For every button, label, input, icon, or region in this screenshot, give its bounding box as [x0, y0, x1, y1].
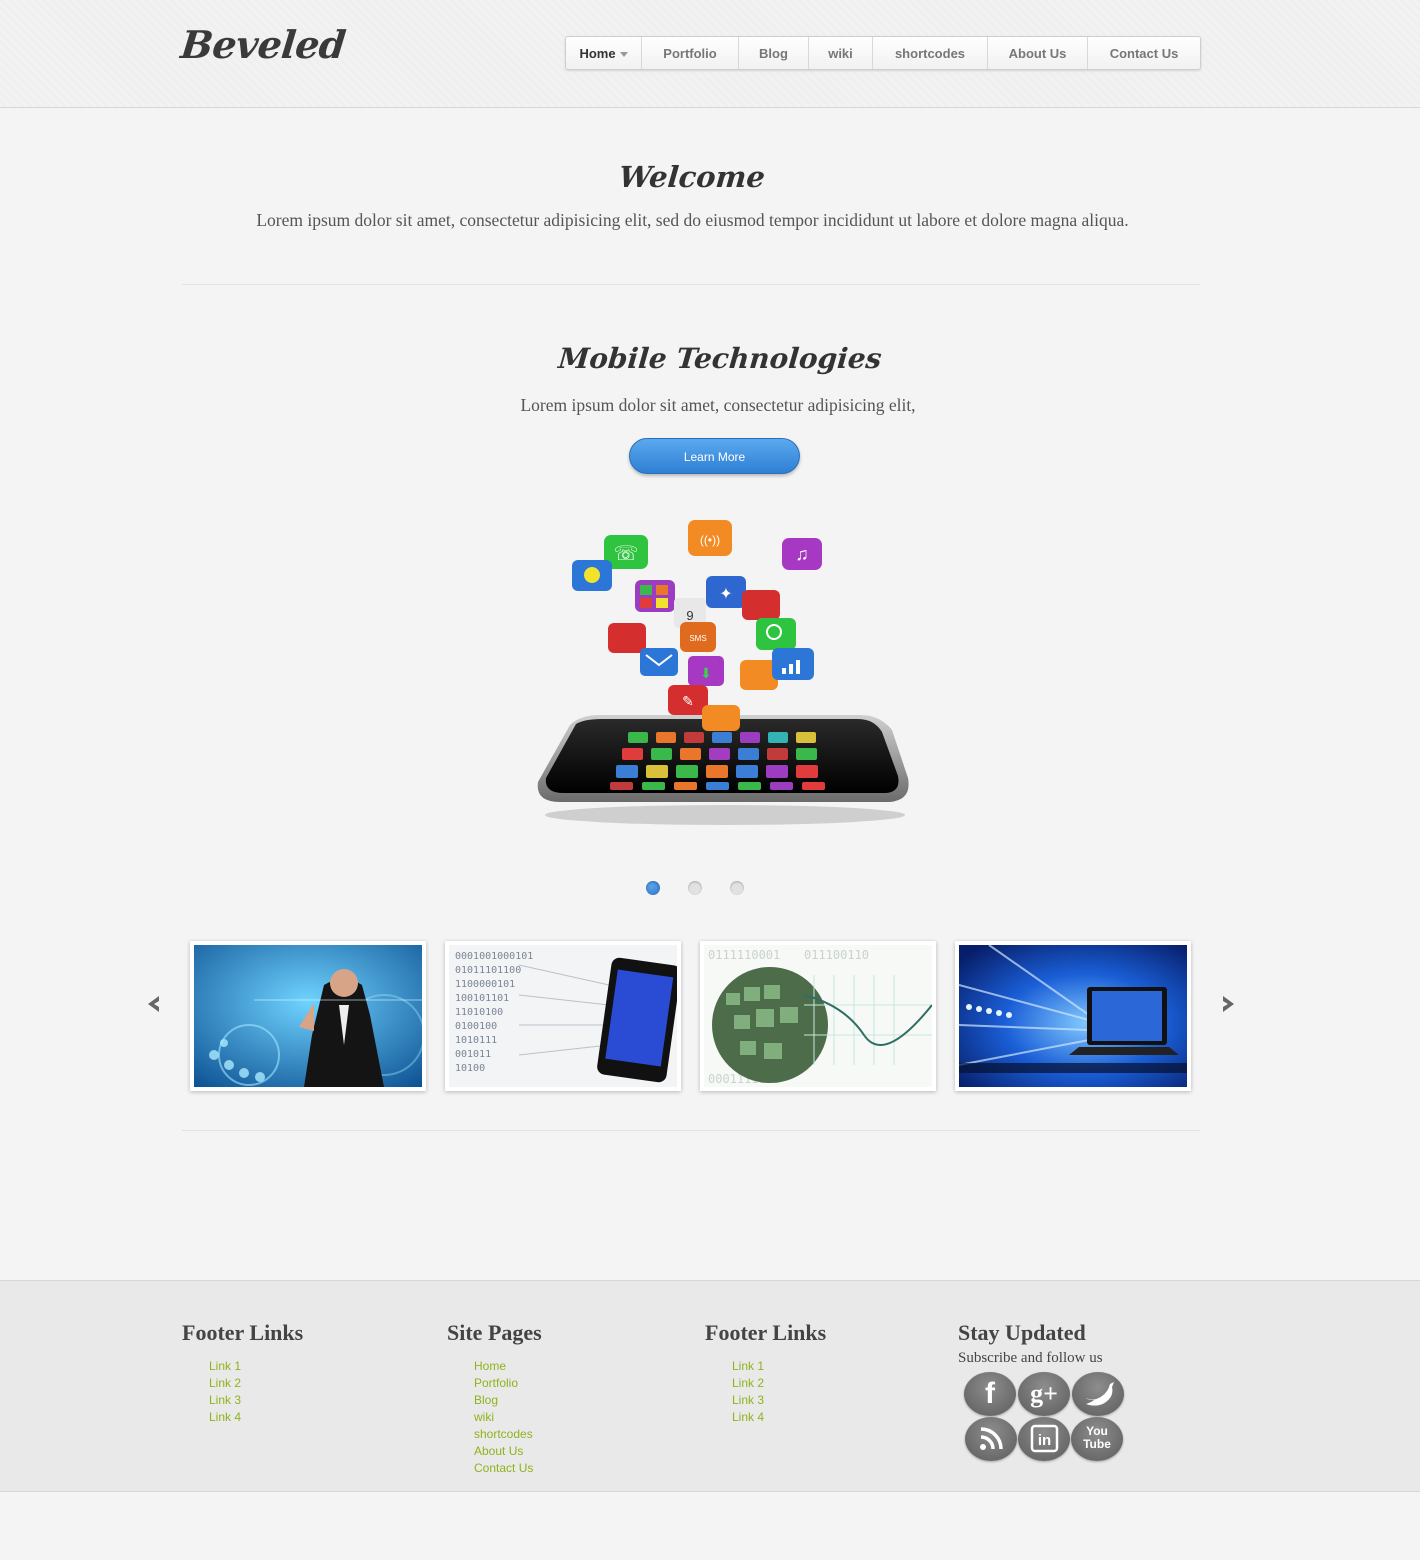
svg-text:100101101: 100101101	[455, 993, 509, 1004]
nav-item-home[interactable]: Home	[566, 37, 642, 69]
nav-item-about-us[interactable]: About Us	[988, 37, 1088, 69]
youtube-icon[interactable]: You Tube	[1071, 1417, 1123, 1461]
footer-link-list: Link 1 Link 2 Link 3 Link 4	[732, 1358, 826, 1426]
rss-icon[interactable]	[965, 1417, 1017, 1461]
footer-link[interactable]: Link 3	[732, 1392, 826, 1409]
thumbnail-binary-tablet[interactable]: 0001001000101 01011101100 1100000101 10010…	[445, 941, 681, 1091]
nav-item-portfolio[interactable]: Portfolio	[642, 37, 739, 69]
footer-link-contact-us[interactable]: Contact Us	[474, 1460, 542, 1477]
footer-heading: Site Pages	[447, 1320, 542, 1345]
welcome-title: Welcome	[617, 160, 767, 194]
nav-item-label: Home	[579, 46, 616, 61]
svg-text:01011101100: 01011101100	[455, 965, 521, 976]
welcome-text: Lorem ipsum dolor sit amet, consectetur …	[256, 210, 1129, 230]
icon-glyph: f	[985, 1377, 995, 1410]
facebook-icon[interactable]: f	[964, 1372, 1016, 1416]
footer-column-4: Stay Updated Subscribe and follow us	[958, 1320, 1103, 1367]
slider-pagination	[646, 881, 744, 895]
svg-text:9: 9	[686, 608, 693, 623]
svg-text:♫: ♫	[795, 544, 809, 564]
slide-text: Lorem ipsum dolor sit amet, consectetur …	[520, 395, 916, 415]
slide-dot-2[interactable]	[688, 881, 702, 895]
svg-text:1010111: 1010111	[455, 1035, 497, 1046]
main-nav: Home Portfolio Blog wiki shortcodes Abou…	[565, 36, 1201, 70]
site-logo[interactable]: Beveled	[179, 22, 348, 67]
site-header: Beveled Home Portfolio Blog wiki shortco…	[0, 0, 1420, 108]
footer-link-list: Link 1 Link 2 Link 3 Link 4	[209, 1358, 303, 1426]
nav-item-shortcodes[interactable]: shortcodes	[873, 37, 988, 69]
footer-link[interactable]: Link 1	[209, 1358, 303, 1375]
divider	[182, 284, 1200, 285]
footer-link-blog[interactable]: Blog	[474, 1392, 542, 1409]
thumbnail-image: 0111110001 0111001100001111111	[704, 945, 932, 1087]
thumbnail-image	[194, 945, 422, 1087]
thumbnail-businessman-touchscreen[interactable]	[190, 941, 426, 1091]
twitter-icon[interactable]	[1072, 1372, 1124, 1416]
chevron-left-icon[interactable]	[144, 994, 164, 1019]
svg-text:001011: 001011	[455, 1049, 491, 1060]
svg-text:✎: ✎	[682, 693, 694, 709]
slide-dot-3[interactable]	[730, 881, 744, 895]
footer-link-about-us[interactable]: About Us	[474, 1443, 542, 1460]
linkedin-icon[interactable]: in	[1018, 1417, 1070, 1461]
chevron-right-icon[interactable]	[1218, 994, 1238, 1019]
footer-link-portfolio[interactable]: Portfolio	[474, 1375, 542, 1392]
thumbnail-image: 0001001000101 01011101100 1100000101 10010…	[449, 945, 677, 1087]
footer-link[interactable]: Link 2	[732, 1375, 826, 1392]
footer-link[interactable]: Link 4	[732, 1409, 826, 1426]
svg-text:0001001000101: 0001001000101	[455, 951, 533, 962]
svg-text:⬇: ⬇	[700, 665, 712, 681]
icon-glyph: in	[1038, 1432, 1051, 1449]
svg-text:0100100: 0100100	[455, 1021, 497, 1032]
thumbnail-digital-globe[interactable]: 0111110001 011100110 0001111111	[700, 941, 936, 1091]
svg-text:0111110001: 0111110001	[708, 948, 780, 962]
footer-column-2: Site Pages Home Portfolio Blog wiki shor…	[447, 1320, 542, 1477]
footer-link[interactable]: Link 2	[209, 1375, 303, 1392]
subscribe-text: Subscribe and follow us	[958, 1350, 1103, 1366]
nav-item-blog[interactable]: Blog	[739, 37, 809, 69]
svg-text:((•)): ((•))	[700, 533, 720, 547]
nav-item-wiki[interactable]: wiki	[809, 37, 873, 69]
footer-link[interactable]: Link 3	[209, 1392, 303, 1409]
icon-glyph: g+	[1030, 1379, 1058, 1408]
icon-glyph: You Tube	[1083, 1424, 1111, 1451]
svg-text:✦: ✦	[719, 586, 732, 603]
thumbnail-laptop-network[interactable]	[955, 941, 1191, 1091]
footer-link-wiki[interactable]: wiki	[474, 1409, 542, 1426]
svg-text:1100000101: 1100000101	[455, 979, 515, 990]
svg-text:☏: ☏	[613, 543, 638, 565]
footer-link[interactable]: Link 1	[732, 1358, 826, 1375]
footer-heading: Footer Links	[182, 1320, 304, 1345]
caret-down-icon	[619, 52, 628, 58]
footer-link[interactable]: Link 4	[209, 1409, 303, 1426]
footer-heading: Footer Links	[705, 1320, 827, 1345]
learn-more-button[interactable]: Learn More	[629, 438, 800, 474]
svg-text:11010100: 11010100	[455, 1007, 503, 1018]
divider	[182, 1130, 1200, 1131]
footer-link-shortcodes[interactable]: shortcodes	[474, 1426, 542, 1443]
nav-item-contact-us[interactable]: Contact Us	[1088, 37, 1200, 69]
svg-text:SMS: SMS	[689, 634, 706, 643]
svg-text:10100: 10100	[455, 1063, 485, 1074]
footer-heading: Stay Updated	[958, 1320, 1086, 1345]
slide-title: Mobile Technologies	[557, 342, 883, 375]
slide-dot-1[interactable]	[646, 881, 660, 895]
google-plus-icon[interactable]: g+	[1018, 1372, 1070, 1416]
thumbnail-image	[959, 945, 1187, 1087]
footer-link-list: Home Portfolio Blog wiki shortcodes Abou…	[474, 1358, 542, 1477]
slide-image-smartphone: ☏ ((•)) ♫ 9 ✦ SMS ⬇ ✎	[520, 510, 940, 840]
footer-link-home[interactable]: Home	[474, 1358, 542, 1375]
footer-column-1: Footer Links Link 1 Link 2 Link 3 Link 4	[182, 1320, 303, 1426]
footer-column-3: Footer Links Link 1 Link 2 Link 3 Link 4	[705, 1320, 826, 1426]
svg-text:011100110: 011100110	[804, 948, 869, 962]
